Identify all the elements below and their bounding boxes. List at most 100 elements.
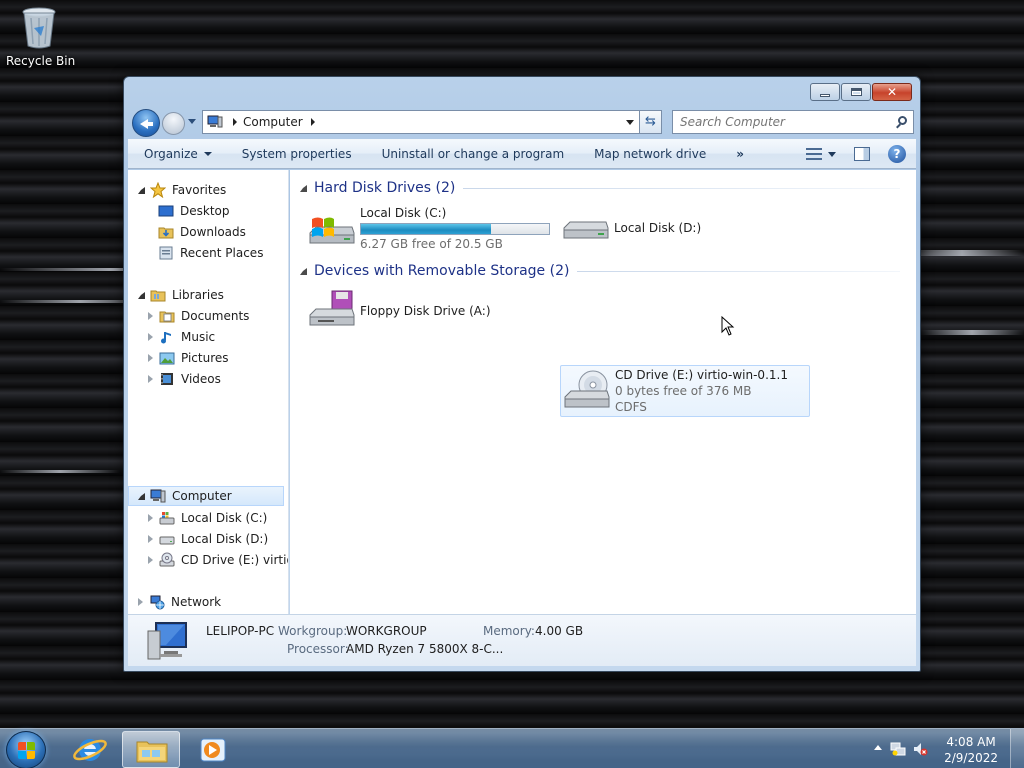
taskbar: 4:08 AM 2/9/2022 [0,728,1024,768]
nav-documents[interactable]: Documents [128,306,288,326]
breadcrumb-separator[interactable] [233,118,237,126]
show-desktop-button[interactable] [1010,729,1024,768]
system-drive-icon [159,510,175,526]
nav-cd-drive-e[interactable]: CD Drive (E:) virtio-win-0.1.1 [128,550,288,570]
preview-pane-icon[interactable] [854,147,870,161]
videos-icon [159,371,175,387]
music-note-icon [159,329,175,345]
collapse-arrow-icon[interactable] [148,535,153,543]
collapse-arrow-icon[interactable] [148,354,153,362]
hard-drive-icon [159,531,175,547]
downloads-folder-icon [158,224,174,240]
group-collapse-icon[interactable] [300,184,307,192]
clock-date: 2/9/2022 [944,751,998,765]
nav-music[interactable]: Music [128,327,288,347]
forward-button[interactable] [162,112,185,135]
nav-computer[interactable]: Computer [128,486,284,506]
taskbar-media-player[interactable] [184,731,242,768]
windows-logo-icon [18,742,36,760]
breadcrumb-computer[interactable]: Computer [243,115,303,129]
nav-pictures-label: Pictures [181,351,229,365]
show-hidden-icons-button[interactable] [874,745,882,750]
maximize-button[interactable] [841,83,871,101]
close-button[interactable]: ✕ [872,83,912,101]
nav-local-disk-c[interactable]: Local Disk (C:) [128,508,288,528]
nav-recent-places[interactable]: Recent Places [128,243,288,263]
system-properties-button[interactable]: System properties [242,147,352,161]
drive-local-disk-c[interactable]: Local Disk (C:) 6.27 GB free of 20.5 GB [306,206,550,251]
explorer-window: ✕ Computer ⇆ Organize System properties … [123,76,921,672]
content-pane: Hard Disk Drives (2) Local Disk (C:) 6.2… [290,170,916,614]
address-dropdown-icon[interactable] [626,120,634,125]
uninstall-program-button[interactable]: Uninstall or change a program [382,147,565,161]
drive-local-disk-d[interactable]: Local Disk (D:) [560,206,701,250]
taskbar-clock[interactable]: 4:08 AM 2/9/2022 [944,734,998,766]
recycle-bin-label: Recycle Bin [6,54,76,68]
minimize-button[interactable] [810,83,840,101]
nav-local-disk-d[interactable]: Local Disk (D:) [128,529,288,549]
removable-storage-group[interactable]: Devices with Removable Storage (2) [300,263,900,279]
desktop-icon [158,203,174,219]
address-bar[interactable]: Computer [202,110,640,134]
back-button[interactable] [132,109,160,137]
details-pane: LELIPOP-PC Workgroup: WORKGROUP Memory: … [128,614,916,666]
drive-c-usage-fill [361,224,492,234]
drive-floppy-a[interactable]: Floppy Disk Drive (A:) [306,288,491,334]
collapse-arrow-icon[interactable] [148,333,153,341]
organize-menu[interactable]: Organize [144,147,212,161]
system-tray: 4:08 AM 2/9/2022 [864,729,1024,768]
close-icon: ✕ [886,85,898,99]
memory-label: Memory: [483,624,535,638]
nav-desktop[interactable]: Desktop [128,201,288,221]
nav-videos[interactable]: Videos [128,369,288,389]
more-commands-button[interactable]: » [736,147,744,161]
recycle-bin-desktop-icon[interactable]: Recycle Bin [6,6,76,68]
nav-downloads[interactable]: Downloads [128,222,288,242]
drive-cd-e[interactable]: CD Drive (E:) virtio-win-0.1.1 0 bytes f… [560,365,810,417]
group-divider [463,187,900,189]
map-network-drive-button[interactable]: Map network drive [594,147,706,161]
cd-drive-name: CD Drive (E:) virtio-win-0.1.1 [615,368,788,382]
processor-label: Processor: [287,642,349,656]
refresh-button[interactable]: ⇆ [640,110,662,134]
expand-arrow-icon[interactable] [138,186,145,194]
libraries-icon [150,287,166,303]
view-options-dropdown[interactable] [828,151,836,157]
collapse-arrow-icon[interactable] [148,312,153,320]
change-view-icon[interactable] [806,147,822,161]
expand-arrow-icon[interactable] [138,492,145,500]
collapse-arrow-icon[interactable] [148,556,153,564]
collapse-arrow-icon[interactable] [138,598,143,606]
search-icon[interactable] [898,116,907,125]
documents-icon [159,308,175,324]
collapse-arrow-icon[interactable] [148,375,153,383]
maximize-icon [851,88,862,96]
breadcrumb-separator[interactable] [310,118,315,126]
floppy-name: Floppy Disk Drive (A:) [360,304,491,318]
network-tray-icon[interactable] [890,741,906,757]
pc-name: LELIPOP-PC [206,624,275,638]
volume-muted-icon[interactable] [912,741,928,757]
processor-value: AMD Ryzen 7 5800X 8-C... [346,642,504,656]
nav-favorites[interactable]: Favorites [128,180,288,200]
collapse-arrow-icon[interactable] [148,514,153,522]
nav-libraries[interactable]: Libraries [128,285,288,305]
nav-network[interactable]: Network [128,592,288,612]
group-collapse-icon[interactable] [300,267,307,275]
taskbar-internet-explorer[interactable] [60,731,118,768]
floppy-drive-icon [306,289,356,333]
start-button[interactable] [6,731,46,768]
taskbar-windows-explorer[interactable] [122,731,180,768]
recent-pages-dropdown[interactable] [188,119,196,124]
nav-pictures[interactable]: Pictures [128,348,288,368]
folder-icon [136,741,168,763]
help-icon[interactable]: ? [888,145,906,163]
search-box[interactable] [672,110,914,134]
removable-storage-heading: Devices with Removable Storage (2) [314,263,570,279]
hard-disk-drives-group[interactable]: Hard Disk Drives (2) [300,180,900,196]
search-input[interactable] [680,115,880,129]
nav-libraries-label: Libraries [172,288,224,302]
drive-c-name: Local Disk (C:) [360,206,447,220]
expand-arrow-icon[interactable] [138,291,145,299]
hard-drive-icon [560,206,610,250]
